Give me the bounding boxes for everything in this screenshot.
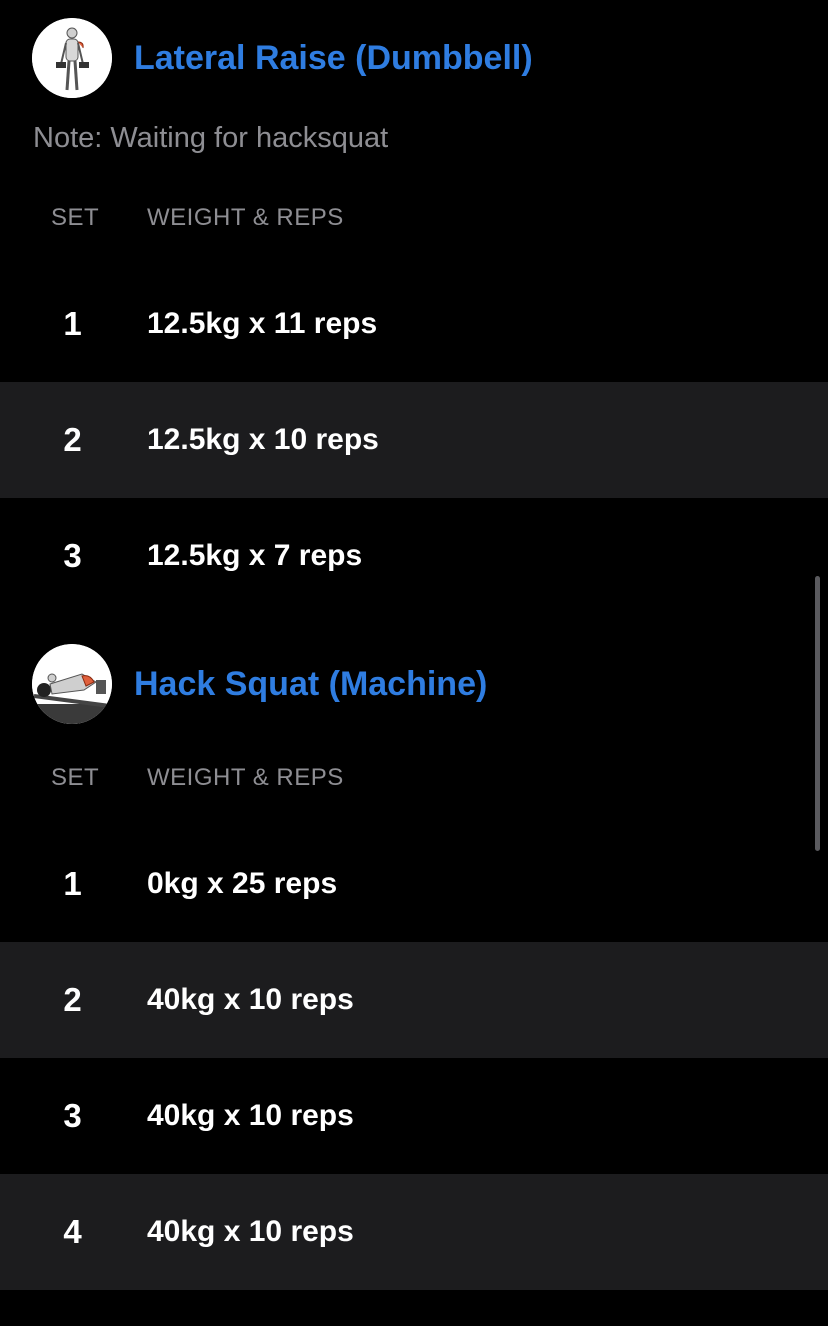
- set-row[interactable]: 4 40kg x 10 reps: [0, 1174, 828, 1290]
- set-row[interactable]: 3 40kg x 10 reps: [0, 1058, 828, 1174]
- set-row[interactable]: 1 12.5kg x 11 reps: [0, 266, 828, 382]
- column-header-weight-reps: WEIGHT & REPS: [147, 204, 344, 231]
- set-row[interactable]: 3 12.5kg x 7 reps: [0, 498, 828, 614]
- exercise-header: Lateral Raise (Dumbbell): [0, 18, 828, 98]
- column-header-set: SET: [51, 764, 100, 791]
- sets-column-headers: SET WEIGHT & REPS: [0, 188, 828, 248]
- set-weight-reps: 40kg x 10 reps: [147, 1215, 354, 1248]
- set-number: 1: [63, 865, 82, 902]
- set-row[interactable]: 2 12.5kg x 10 reps: [0, 382, 828, 498]
- set-number: 1: [63, 305, 82, 342]
- set-weight-reps: 0kg x 25 reps: [147, 867, 338, 900]
- set-number: 4: [63, 1213, 82, 1250]
- exercise-note: Note: Waiting for hacksquat: [33, 122, 389, 154]
- exercise-header: Hack Squat (Machine): [0, 644, 828, 724]
- exercise-card: Lateral Raise (Dumbbell) Note: Waiting f…: [0, 0, 828, 614]
- exercise-card: Hack Squat (Machine) SET WEIGHT & REPS 1…: [0, 614, 828, 1290]
- vertical-scrollbar[interactable]: [815, 576, 820, 851]
- set-number: 3: [63, 537, 82, 574]
- set-number: 3: [63, 1097, 82, 1134]
- set-weight-reps: 12.5kg x 7 reps: [147, 539, 363, 572]
- exercise-title[interactable]: Lateral Raise (Dumbbell): [134, 39, 533, 78]
- lateral-raise-figure-icon[interactable]: [32, 18, 112, 98]
- set-row[interactable]: 1 0kg x 25 reps: [0, 826, 828, 942]
- set-row[interactable]: 2 40kg x 10 reps: [0, 942, 828, 1058]
- sets-list: 1 0kg x 25 reps 2 40kg x 10 reps 3 40kg …: [0, 826, 828, 1290]
- hack-squat-figure-icon[interactable]: [32, 644, 112, 724]
- column-header-weight-reps: WEIGHT & REPS: [147, 764, 344, 791]
- column-header-set: SET: [51, 204, 100, 231]
- sets-column-headers: SET WEIGHT & REPS: [0, 748, 828, 808]
- exercise-title[interactable]: Hack Squat (Machine): [134, 665, 487, 704]
- set-number: 2: [63, 421, 82, 458]
- set-weight-reps: 40kg x 10 reps: [147, 1099, 354, 1132]
- sets-list: 1 12.5kg x 11 reps 2 12.5kg x 10 reps 3 …: [0, 266, 828, 614]
- set-number: 2: [63, 981, 82, 1018]
- set-weight-reps: 12.5kg x 11 reps: [147, 307, 378, 340]
- set-weight-reps: 12.5kg x 10 reps: [147, 423, 379, 456]
- set-weight-reps: 40kg x 10 reps: [147, 983, 354, 1016]
